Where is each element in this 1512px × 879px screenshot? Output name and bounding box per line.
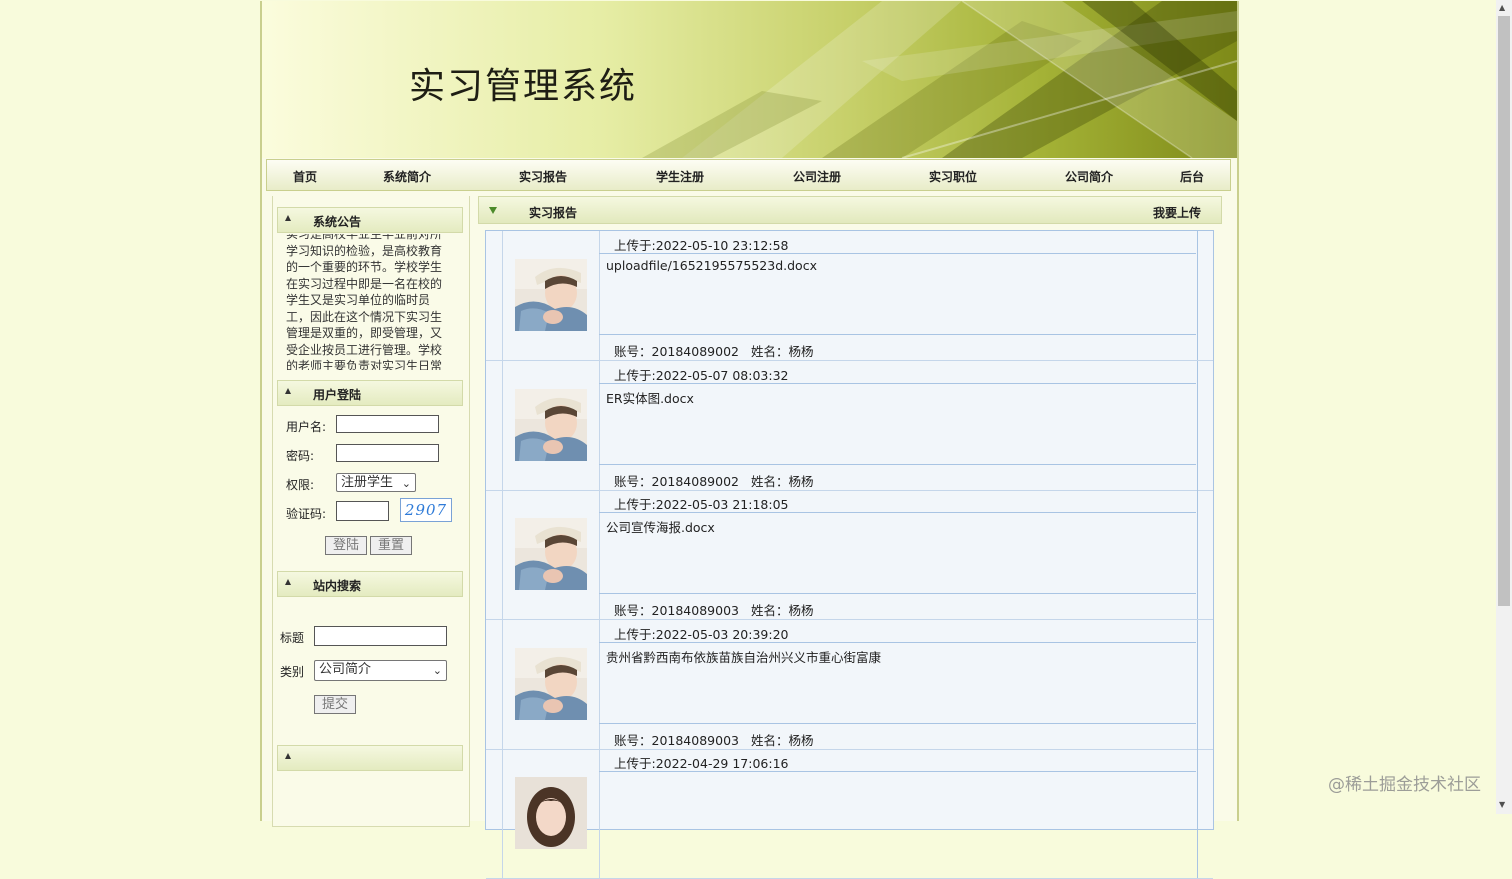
search-category-label: 类别 [280,665,305,679]
report-row: 上传于:2022-05-07 08:03:32 ER实体图.docx 账号：2018… [486,360,1213,491]
nav-admin[interactable]: 后台 [1180,168,1204,185]
chevron-down-icon: ⌄ [432,664,442,677]
collapse-triangle-icon[interactable] [285,215,291,221]
scroll-thumb[interactable] [1498,16,1510,606]
captcha-label: 验证码: [286,507,327,521]
upload-link[interactable]: 我要上传 [1153,204,1201,221]
report-info-cell: 上传于:2022-05-03 20:39:20 贵州省黔西南布依族苗族自治州兴义市… [599,619,1198,749]
search-submit-button[interactable]: 提交 [314,695,356,714]
report-info-cell: 上传于:2022-05-07 08:03:32 ER实体图.docx 账号：2018… [599,360,1198,490]
role-label: 权限: [286,478,315,492]
report-account: 账号：20184089003 [614,732,739,748]
nav-company-intro[interactable]: 公司简介 [1065,168,1113,185]
report-avatar-cell [502,360,600,490]
report-file-link[interactable]: 贵州省黔西南布依族苗族自治州兴义市重心街富康 [606,647,881,666]
scroll-up-arrow-icon[interactable]: ▲ [1499,3,1505,12]
main-content: 实习报告 我要上传 上传于:2022-05-10 23:12:58 uploadf… [478,196,1222,879]
nav-internship-report[interactable]: 实习报告 [519,168,567,185]
chevron-down-icon: ⌄ [401,477,411,490]
password-input[interactable] [336,444,439,462]
nav-home[interactable]: 首页 [293,168,317,185]
report-meta: 账号：20184089002 姓名：杨杨 [599,463,1196,489]
avatar [515,388,587,461]
nav-system-intro[interactable]: 系统简介 [383,168,431,185]
report-file-link[interactable]: ER实体图.docx [606,388,694,407]
notice-text: 实习是高校毕业生毕业前对所学习知识的检验，是高校教育的一个重要的环节。学校学生在… [286,234,452,370]
password-label: 密码: [286,449,315,463]
report-meta: 账号：20184089003 姓名：杨杨 [599,593,1196,618]
captcha-image[interactable]: 2907 [400,498,452,522]
extra-panel-header [277,745,463,771]
role-select[interactable]: 注册学生 ⌄ [336,473,416,492]
page-container: 实习管理系统 首页 系统简介 实习报告 学生注册 公司注册 实习职位 公司简介 … [260,1,1239,879]
report-list: 上传于:2022-05-10 23:12:58 uploadfile/165219… [485,230,1214,879]
login-button[interactable]: 登陆 [325,536,367,555]
login-title: 用户登陆 [313,388,362,402]
username-label: 用户名: [286,420,327,434]
search-title-input[interactable] [314,626,447,646]
report-author: 姓名：杨杨 [750,732,814,748]
report-avatar-cell [502,231,600,360]
report-account: 账号：20184089002 [614,344,739,359]
report-author: 姓名：杨杨 [750,473,814,489]
report-row: 上传于:2022-05-10 23:12:58 uploadfile/165219… [486,231,1213,361]
report-row: 上传于:2022-05-03 20:39:20 贵州省黔西南布依族苗族自治州兴义市… [486,619,1213,750]
avatar [515,518,587,590]
scroll-down-arrow-icon[interactable]: ▼ [1499,800,1505,809]
login-header: 用户登陆 [277,380,463,406]
report-upload-time: 上传于:2022-05-03 21:18:05 [599,490,1196,513]
report-info-cell: 上传于:2022-05-03 21:18:05 公司宣传海报.docx 账号：201… [599,490,1198,619]
username-input[interactable] [336,415,439,433]
site-title: 实习管理系统 [409,66,638,107]
report-meta: 账号：20184089003 姓名：杨杨 [599,722,1196,748]
report-upload-time: 上传于:2022-05-10 23:12:58 [599,231,1196,254]
report-upload-time: 上传于:2022-05-07 08:03:32 [599,361,1196,384]
avatar [515,259,587,331]
banner: 实习管理系统 [262,1,1237,158]
report-row: 上传于:2022-05-03 21:18:05 公司宣传海报.docx 账号：201… [486,490,1213,620]
nav-internship-positions[interactable]: 实习职位 [929,168,977,185]
report-row: 上传于:2022-04-29 17:06:16 [486,749,1213,879]
report-file-link[interactable]: uploadfile/1652195575523d.docx [606,258,817,273]
search-header: 站内搜索 [277,571,463,597]
report-avatar-cell [502,490,600,619]
reset-button[interactable]: 重置 [370,536,412,555]
nav-company-register[interactable]: 公司注册 [793,168,841,185]
main-header: 实习报告 我要上传 [478,196,1222,224]
sidebar: 系统公告 实习是高校毕业生毕业前对所学习知识的检验，是高校教育的一个重要的环节。… [272,196,470,827]
report-author: 姓名：杨杨 [750,603,814,618]
report-upload-time: 上传于:2022-05-03 20:39:20 [599,620,1196,643]
report-avatar-cell [502,619,600,749]
collapse-triangle-icon[interactable] [285,579,291,585]
main-title: 实习报告 [529,206,578,220]
avatar [515,647,587,720]
main-nav: 首页 系统简介 实习报告 学生注册 公司注册 实习职位 公司简介 后台 [266,159,1231,191]
report-account: 账号：20184089002 [614,473,739,489]
search-title-label: 标题 [280,631,305,645]
report-info-cell: 上传于:2022-05-10 23:12:58 uploadfile/165219… [599,231,1198,360]
role-select-value: 注册学生 [341,475,394,490]
avatar [515,777,587,849]
expand-triangle-icon [489,207,497,214]
notice-body: 实习是高校毕业生毕业前对所学习知识的检验，是高校教育的一个重要的环节。学校学生在… [286,234,443,370]
report-upload-time: 上传于:2022-04-29 17:06:16 [599,749,1196,772]
search-category-value: 公司简介 [319,662,372,677]
notice-header: 系统公告 [277,207,463,233]
report-account: 账号：20184089003 [614,603,739,618]
notice-title: 系统公告 [313,215,362,229]
report-meta: 账号：20184089002 姓名：杨杨 [599,334,1196,359]
search-title: 站内搜索 [313,579,362,593]
captcha-input[interactable] [336,501,389,521]
nav-student-register[interactable]: 学生注册 [656,168,704,185]
vertical-scrollbar[interactable]: ▲ ▼ [1496,0,1512,814]
watermark: @稀土掘金技术社区 [1328,775,1481,795]
search-category-select[interactable]: 公司简介 ⌄ [314,660,447,681]
report-author: 姓名：杨杨 [750,344,814,359]
collapse-triangle-icon[interactable] [285,388,291,394]
collapse-triangle-icon[interactable] [285,753,291,759]
report-file-link[interactable]: 公司宣传海报.docx [606,517,715,536]
